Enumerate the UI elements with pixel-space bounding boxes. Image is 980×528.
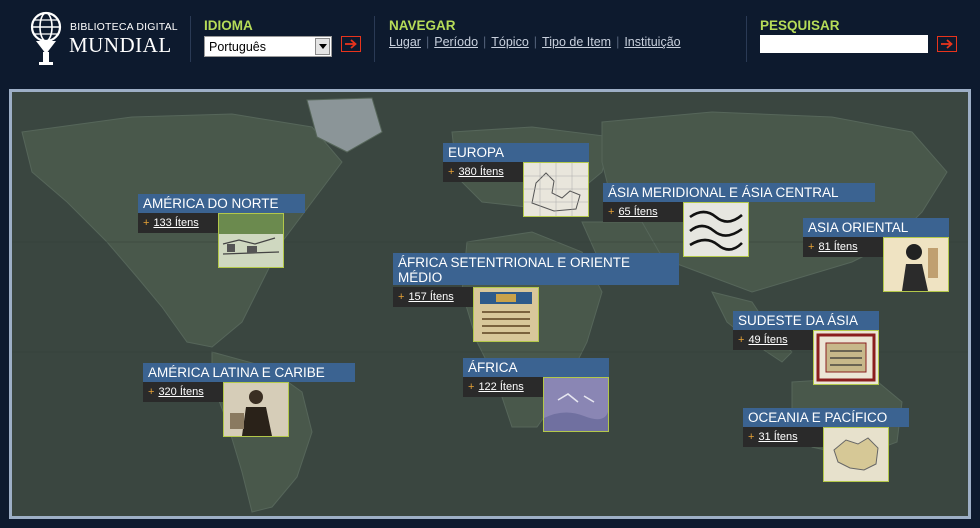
dropdown-arrow-button[interactable] bbox=[315, 38, 330, 55]
nav-separator: | bbox=[483, 35, 487, 49]
region-thumbnail[interactable] bbox=[473, 287, 539, 342]
site-header: BIBLIOTECA DIGITAL MUNDIAL IDIOMA Portug… bbox=[0, 0, 980, 88]
logo-text-small: BIBLIOTECA DIGITAL bbox=[70, 21, 178, 33]
browse-nav: Lugar | Período | Tópico | Tipo de Item | Instit… bbox=[389, 35, 681, 49]
region-count-link[interactable]: 380 Ítens bbox=[458, 166, 503, 178]
region-count: +320 Ítens bbox=[143, 382, 223, 402]
chevron-down-icon bbox=[319, 44, 327, 49]
plus-icon: + bbox=[398, 291, 405, 303]
region-thumbnail[interactable] bbox=[223, 382, 289, 437]
region-thumbnail[interactable] bbox=[813, 330, 879, 385]
region-title[interactable]: ASIA ORIENTAL bbox=[803, 218, 949, 237]
photo-portrait-thumbnail-icon bbox=[224, 383, 288, 436]
search-label: PESQUISAR bbox=[760, 18, 840, 33]
calligraphy-thumbnail-icon bbox=[684, 203, 748, 256]
browse-link-institution[interactable]: Instituição bbox=[624, 35, 680, 49]
region-count-link[interactable]: 65 Ítens bbox=[618, 206, 657, 218]
sketch-thumbnail-icon bbox=[219, 214, 283, 267]
region-count-link[interactable]: 133 Ítens bbox=[153, 217, 198, 229]
region-title[interactable]: AMÉRICA LATINA E CARIBE bbox=[143, 363, 355, 382]
nav-separator: | bbox=[425, 35, 430, 49]
region-count: +380 Ítens bbox=[443, 162, 523, 182]
plus-icon: + bbox=[808, 241, 815, 253]
language-go-button[interactable] bbox=[341, 36, 361, 52]
region-count-link[interactable]: 157 Ítens bbox=[408, 291, 453, 303]
browse-link-place[interactable]: Lugar bbox=[389, 35, 421, 49]
nav-separator: | bbox=[533, 35, 538, 49]
header-divider bbox=[374, 16, 375, 62]
region-count-link[interactable]: 31 Ítens bbox=[758, 431, 797, 443]
arrow-right-icon bbox=[345, 39, 357, 49]
region-thumbnail[interactable] bbox=[883, 237, 949, 292]
region-count: +122 Ítens bbox=[463, 377, 543, 397]
portrait-thumbnail-icon bbox=[884, 238, 948, 291]
region-title[interactable]: ÁFRICA SETENTRIONAL E ORIENTE MÉDIO bbox=[393, 253, 679, 285]
region-count: +133 Ítens bbox=[138, 213, 218, 233]
region-count-link[interactable]: 320 Ítens bbox=[158, 386, 203, 398]
header-divider bbox=[190, 16, 191, 62]
plus-icon: + bbox=[448, 166, 455, 178]
region-count-link[interactable]: 122 Ítens bbox=[478, 381, 523, 393]
site-logo[interactable]: BIBLIOTECA DIGITAL MUNDIAL bbox=[28, 10, 178, 68]
world-map: EUROPA +380 Ítens AMÉRICA DO NORTE +133 … bbox=[9, 89, 971, 519]
browse-link-period[interactable]: Período bbox=[434, 35, 478, 49]
language-select[interactable]: Português bbox=[204, 36, 332, 57]
arrow-right-icon bbox=[941, 39, 953, 49]
region-count: +31 Ítens bbox=[743, 427, 823, 447]
region-count: +65 Ítens bbox=[603, 202, 683, 222]
region-count: +49 Ítens bbox=[733, 330, 813, 350]
region-title[interactable]: ÁFRICA bbox=[463, 358, 609, 377]
language-selected-value: Português bbox=[209, 40, 266, 54]
plus-icon: + bbox=[608, 206, 615, 218]
search-input[interactable] bbox=[760, 35, 928, 53]
rock-art-thumbnail-icon bbox=[544, 378, 608, 431]
header-divider bbox=[746, 16, 747, 62]
nav-separator: | bbox=[616, 35, 620, 49]
search-go-button[interactable] bbox=[937, 36, 957, 52]
australia-map-thumbnail-icon bbox=[824, 428, 888, 481]
plus-icon: + bbox=[748, 431, 755, 443]
logo-text-large: MUNDIAL bbox=[69, 33, 172, 57]
region-thumbnail[interactable] bbox=[823, 427, 889, 482]
language-label: IDIOMA bbox=[204, 18, 253, 33]
globe-book-icon bbox=[30, 11, 62, 65]
manuscript-thumbnail-icon bbox=[474, 288, 538, 341]
region-thumbnail[interactable] bbox=[523, 162, 589, 217]
region-thumbnail[interactable] bbox=[543, 377, 609, 432]
region-count: +157 Ítens bbox=[393, 287, 473, 307]
browse-link-item-type[interactable]: Tipo de Item bbox=[542, 35, 611, 49]
region-title[interactable]: OCEANIA E PACÍFICO bbox=[743, 408, 909, 427]
region-count: +81 Ítens bbox=[803, 237, 883, 257]
plus-icon: + bbox=[143, 217, 150, 229]
browse-label: NAVEGAR bbox=[389, 18, 456, 33]
region-thumbnail[interactable] bbox=[218, 213, 284, 268]
region-title[interactable]: SUDESTE DA ÁSIA bbox=[733, 311, 879, 330]
region-title[interactable]: AMÉRICA DO NORTE bbox=[138, 194, 305, 213]
region-title[interactable]: EUROPA bbox=[443, 143, 589, 162]
ornamental-manuscript-thumbnail-icon bbox=[814, 331, 878, 384]
plus-icon: + bbox=[468, 381, 475, 393]
plus-icon: + bbox=[148, 386, 155, 398]
region-title[interactable]: ÁSIA MERIDIONAL E ÁSIA CENTRAL bbox=[603, 183, 875, 202]
old-map-thumbnail-icon bbox=[524, 163, 588, 216]
region-count-link[interactable]: 49 Ítens bbox=[748, 334, 787, 346]
plus-icon: + bbox=[738, 334, 745, 346]
browse-link-topic[interactable]: Tópico bbox=[491, 35, 529, 49]
region-count-link[interactable]: 81 Ítens bbox=[818, 241, 857, 253]
region-thumbnail[interactable] bbox=[683, 202, 749, 257]
